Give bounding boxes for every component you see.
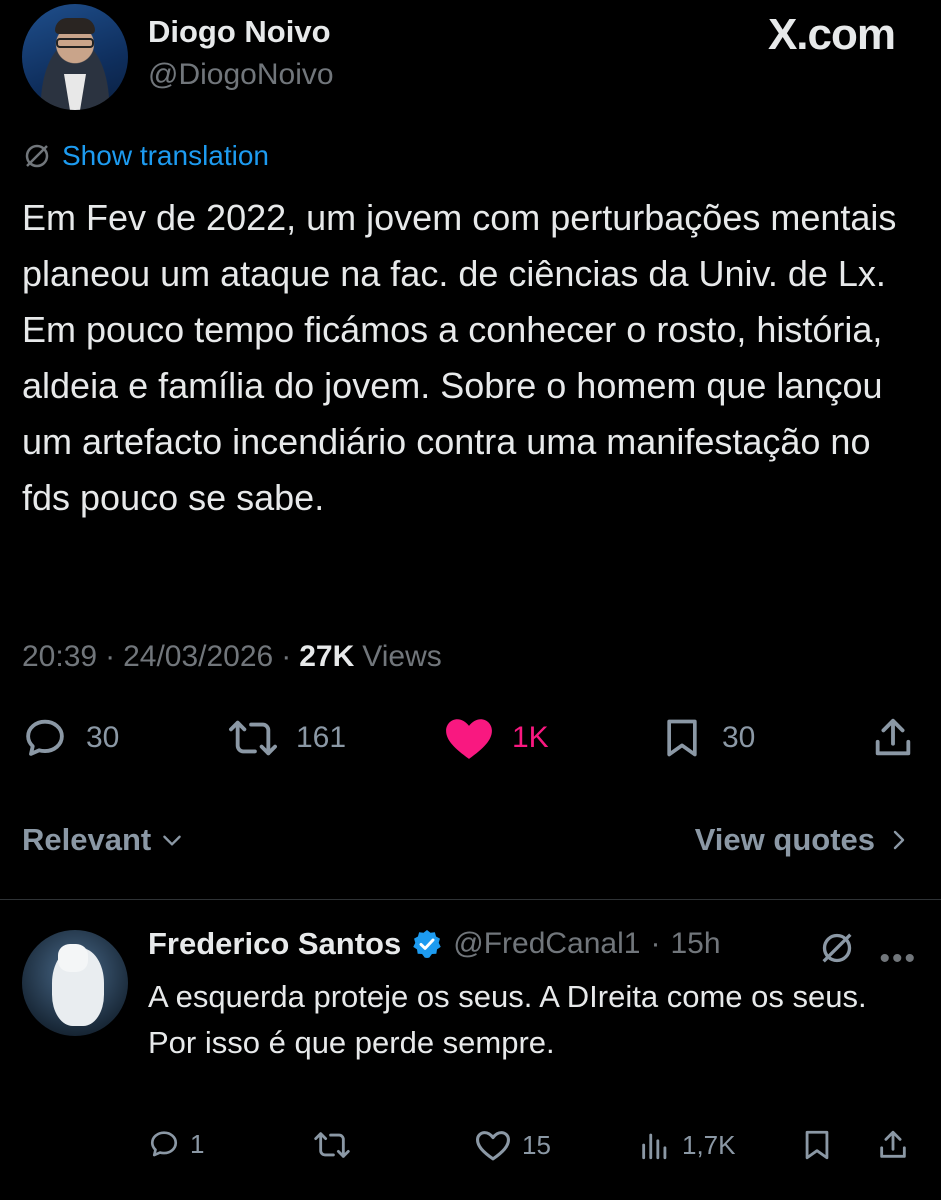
reply-like-button[interactable]: 15 (474, 1128, 551, 1162)
heart-icon (446, 719, 492, 759)
reply-share-button[interactable] (876, 1128, 910, 1162)
more-icon[interactable]: ••• (879, 942, 917, 976)
view-quotes-link[interactable]: View quotes (695, 822, 911, 858)
reply-button[interactable]: 30 (22, 715, 119, 761)
sort-label: Relevant (22, 822, 152, 857)
views-icon (642, 1133, 667, 1160)
tweet-text: Em Fev de 2022, um jovem com perturbaçõe… (22, 197, 897, 518)
like-button[interactable]: 1K (444, 715, 549, 761)
tweet-time[interactable]: 20:39 (22, 640, 97, 674)
repost-count: 161 (296, 721, 347, 754)
bookmark-button[interactable]: 30 (660, 715, 755, 761)
reply-icon (150, 1131, 178, 1157)
globe-slash-icon[interactable] (817, 928, 857, 968)
reply-reply-button[interactable]: 1 (148, 1128, 204, 1160)
reply-header: Frederico Santos @FredCanal1 · 15h (148, 926, 721, 962)
reply-views-count: 1,7K (682, 1129, 736, 1160)
meta-separator: · (650, 927, 661, 960)
avatar-hair (55, 18, 95, 34)
reply-text: A esquerda proteje os seus. A DIreita co… (148, 979, 867, 1060)
show-translation-link[interactable]: Show translation (22, 140, 269, 172)
chevron-right-icon (893, 830, 905, 850)
reply-author-name[interactable]: Frederico Santos (148, 926, 401, 962)
reply-like-count: 15 (522, 1129, 551, 1160)
heart-icon (475, 1131, 510, 1161)
reply-actions: 1 15 1,7K (0, 1128, 941, 1172)
show-translation-label: Show translation (62, 140, 270, 171)
globe-slash-icon (25, 144, 49, 168)
bookmark-icon (667, 719, 697, 757)
view-quotes-label: View quotes (694, 822, 875, 857)
reply-icon (26, 719, 64, 756)
reply-reply-count: 1 (190, 1128, 205, 1159)
reply-avatar[interactable] (22, 930, 128, 1036)
repost-icon (314, 1132, 350, 1158)
tweet-actions: 30 161 1K 30 (0, 715, 941, 775)
bookmark-count: 30 (722, 721, 756, 754)
share-icon (875, 718, 911, 756)
author-avatar[interactable] (22, 4, 128, 110)
views-label: Views (362, 640, 442, 673)
share-button[interactable] (870, 715, 916, 761)
bookmark-icon (805, 1130, 829, 1160)
repost-icon (229, 720, 277, 756)
tweet-date[interactable]: 24/03/2026 (123, 640, 273, 674)
like-count: 1K (512, 721, 549, 754)
share-icon (880, 1130, 906, 1158)
tweet-meta: 20:39 · 24/03/2026 · 27K Views (22, 640, 442, 674)
views-count: 27K (299, 640, 355, 673)
meta-separator: · (105, 640, 116, 673)
meta-separator: · (281, 640, 292, 673)
repost-button[interactable]: 161 (228, 715, 346, 761)
avatar-wolf-head (58, 944, 88, 972)
reply-repost-button[interactable] (312, 1128, 352, 1162)
replies-sort-dropdown[interactable]: Relevant (22, 822, 185, 858)
author-handle[interactable]: @DiogoNoivo (148, 58, 334, 92)
author-name[interactable]: Diogo Noivo (148, 14, 331, 50)
reply-author-handle[interactable]: @FredCanal1 (453, 927, 640, 961)
verified-icon (413, 930, 441, 958)
reply-age[interactable]: 15h (670, 927, 720, 961)
reply-bookmark-button[interactable] (800, 1128, 834, 1162)
section-divider (0, 899, 941, 900)
chevron-down-icon (163, 835, 182, 846)
reply-count: 30 (86, 721, 120, 754)
reply-views-button[interactable]: 1,7K (638, 1128, 736, 1162)
brand-logo: X.com (767, 10, 896, 59)
avatar-glasses (56, 38, 94, 48)
avatar-shirt (64, 74, 86, 110)
